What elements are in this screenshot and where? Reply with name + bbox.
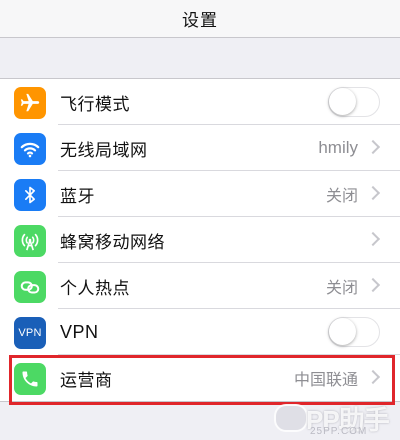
settings-row-vpn[interactable]: VPN VPN [0,309,400,355]
settings-row-bluetooth[interactable]: 蓝牙 关闭 [0,171,400,217]
watermark: PP助手 25PP.COM [274,398,396,438]
row-label: 蜂窝移动网络 [60,232,165,253]
settings-row-cellular[interactable]: 蜂窝移动网络 [0,217,400,263]
chevron-right-icon [365,277,381,293]
row-label: 无线局域网 [60,140,148,161]
vpn-icon-text: VPN [18,327,42,339]
toggle-knob [329,88,356,115]
row-value: 关闭 [325,186,358,205]
row-label: 飞行模式 [60,94,130,115]
chevron-right-icon [365,139,381,155]
row-label: 运营商 [60,370,113,391]
settings-row-personal-hotspot[interactable]: 个人热点 关闭 [0,263,400,309]
chevron-right-icon [365,231,381,247]
phone-icon [14,363,46,395]
hotspot-icon [14,271,46,303]
row-value: 关闭 [325,278,358,297]
row-label: VPN [60,321,99,342]
watermark-subtext: 25PP.COM [310,426,368,437]
row-value: hmily [318,138,358,157]
vpn-toggle[interactable] [328,317,380,347]
vpn-icon: VPN [14,317,46,349]
watermark-text: PP助手 [306,405,390,435]
watermark-logo-icon [274,404,308,432]
airplane-icon [14,87,46,119]
row-label: 蓝牙 [60,186,95,207]
airplane-mode-toggle[interactable] [328,87,380,117]
cellular-icon [14,225,46,257]
row-value: 中国联通 [293,370,358,389]
navigation-bar: 设置 [0,0,400,38]
settings-row-carrier[interactable]: 运营商 中国联通 [0,355,400,401]
toggle-knob [329,318,356,345]
chevron-right-icon [365,185,381,201]
chevron-right-icon [365,369,381,385]
wifi-icon [14,133,46,165]
bluetooth-icon [14,179,46,211]
settings-row-wifi[interactable]: 无线局域网 hmily [0,125,400,171]
settings-row-airplane-mode[interactable]: 飞行模式 [0,79,400,125]
row-label: 个人热点 [60,278,130,299]
page-title: 设置 [182,11,218,31]
settings-group: 飞行模式 无线局域网 hmily 蓝牙 关闭 蜂窝移动网络 个人热点 关闭 VP… [0,78,400,402]
